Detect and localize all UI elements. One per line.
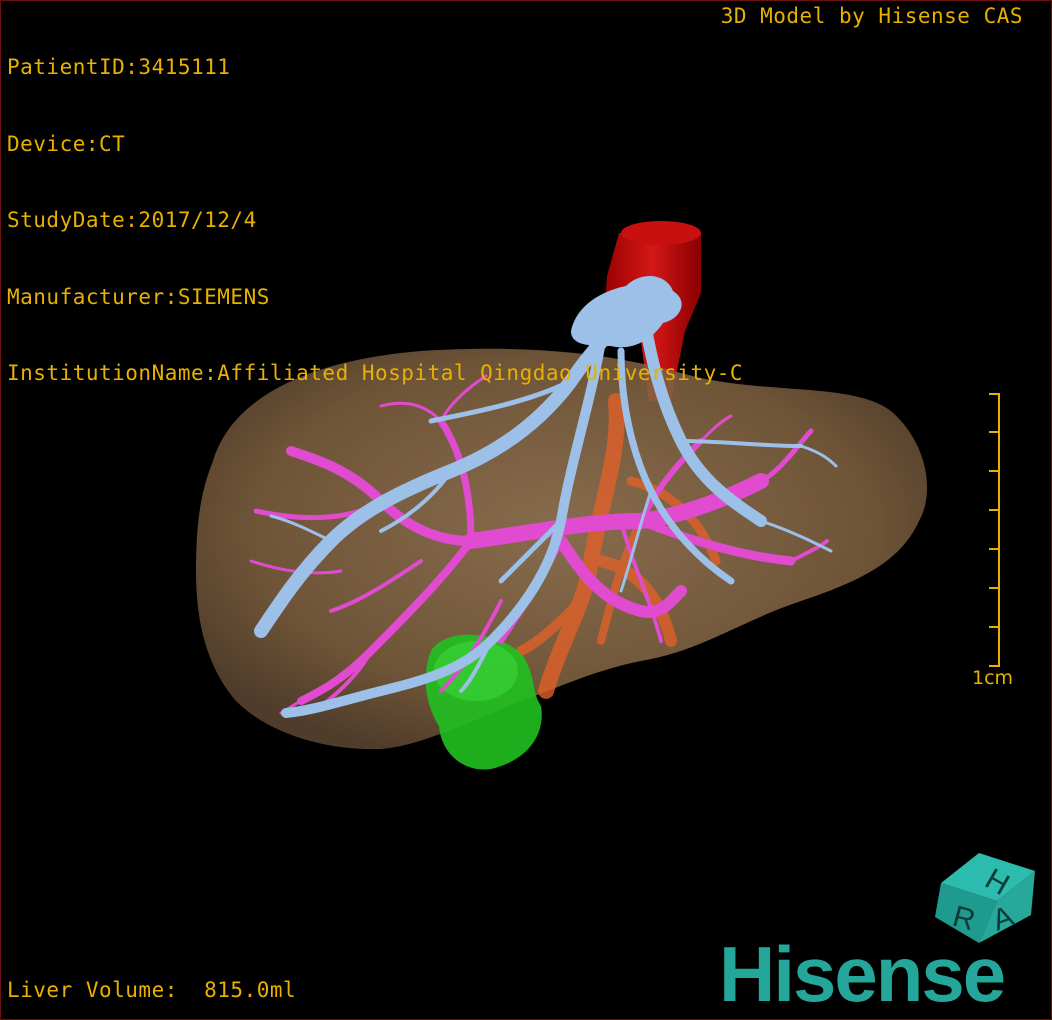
- institution-name: InstitutionName:Affiliated Hospital Qing…: [7, 361, 744, 385]
- model-credit: 3D Model by Hisense CAS: [720, 4, 1023, 28]
- scale-label: 1cm: [972, 667, 1014, 689]
- scale-bar: [989, 393, 1000, 667]
- study-date: StudyDate:2017/12/4: [7, 208, 257, 232]
- device: Device:CT: [7, 131, 126, 156]
- hisense-logo: Hisense: [719, 930, 1006, 1018]
- manufacturer: Manufacturer:SIEMENS: [7, 284, 270, 309]
- study-metadata: PatientID:3415111 Device:CT StudyDate:20…: [7, 4, 743, 438]
- liver-volume: Liver Volume: 815.0ml: [7, 977, 297, 1002]
- patient-id: PatientID:3415111: [7, 55, 231, 79]
- 3d-viewport[interactable]: PatientID:3415111 Device:CT StudyDate:20…: [0, 0, 1052, 1020]
